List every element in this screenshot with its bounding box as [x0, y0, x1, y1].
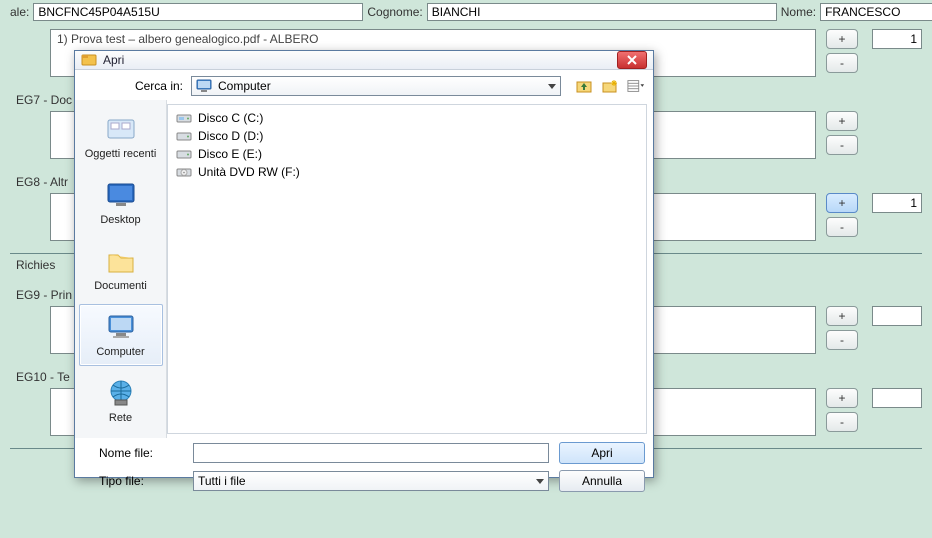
filename-input[interactable]	[193, 443, 549, 463]
folder-icon	[104, 246, 138, 276]
chevron-down-icon	[536, 479, 544, 484]
add-button[interactable]: +	[826, 193, 858, 213]
bottom-form: Nome file: Apri Tipo file: Tutti i file …	[75, 438, 653, 502]
filetype-dropdown[interactable]: Tutti i file	[193, 471, 549, 491]
up-folder-button[interactable]	[575, 77, 593, 95]
place-label: Documenti	[94, 280, 147, 292]
remove-button[interactable]: -	[826, 135, 858, 155]
filetype-value: Tutti i file	[198, 474, 246, 488]
remove-button[interactable]: -	[826, 412, 858, 432]
place-computer[interactable]: Computer	[79, 304, 163, 366]
hdd-icon	[176, 148, 192, 160]
toolbar-icons	[575, 77, 645, 95]
hdd-icon	[176, 112, 192, 124]
pm-col: + -	[826, 29, 858, 73]
chevron-down-icon	[548, 84, 556, 89]
count-box[interactable]	[872, 306, 922, 326]
drive-label: Disco E (E:)	[198, 147, 262, 161]
place-documents[interactable]: Documenti	[79, 238, 163, 300]
add-button[interactable]: +	[826, 306, 858, 326]
pm-col: + -	[826, 388, 858, 432]
drive-label: Disco D (D:)	[198, 129, 263, 143]
drive-item[interactable]: Disco E (E:)	[174, 145, 640, 163]
file-list[interactable]: Disco C (C:) Disco D (D:) Disco E (E:) U…	[167, 104, 647, 434]
place-desktop[interactable]: Desktop	[79, 172, 163, 234]
label-ale: ale:	[10, 5, 29, 19]
computer-icon	[196, 79, 212, 93]
lookin-row: Cerca in: Computer	[75, 70, 653, 100]
drive-label: Disco C (C:)	[198, 111, 263, 125]
filetype-label: Tipo file:	[83, 474, 183, 488]
close-icon	[627, 55, 637, 65]
close-button[interactable]	[617, 51, 647, 69]
titlebar[interactable]: Apri	[75, 51, 653, 70]
desktop-icon	[104, 180, 138, 210]
count-box[interactable]	[872, 388, 922, 408]
place-network[interactable]: Rete	[79, 370, 163, 432]
place-label: Oggetti recenti	[85, 148, 157, 160]
count-box[interactable]	[872, 29, 922, 49]
place-label: Rete	[109, 412, 132, 424]
hdd-icon	[176, 130, 192, 142]
add-button[interactable]: +	[826, 388, 858, 408]
app-icon	[81, 52, 97, 68]
dvd-icon	[176, 166, 192, 178]
remove-button[interactable]: -	[826, 217, 858, 237]
drive-item[interactable]: Disco D (D:)	[174, 127, 640, 145]
lookin-label: Cerca in:	[83, 79, 183, 93]
input-nome[interactable]	[820, 3, 932, 21]
pm-col: + -	[826, 306, 858, 350]
file-entry: 1) Prova test – albero genealogico.pdf -…	[57, 32, 809, 46]
input-ale[interactable]	[33, 3, 363, 21]
dialog-body: Oggetti recenti Desktop Documenti Comput…	[75, 100, 653, 438]
network-icon	[104, 378, 138, 408]
label-nome: Nome:	[781, 5, 816, 19]
header-row: ale: Cognome: Nome:	[10, 1, 922, 23]
new-folder-button[interactable]	[601, 77, 619, 95]
label-cognome: Cognome:	[367, 5, 422, 19]
cancel-button[interactable]: Annulla	[559, 470, 645, 492]
place-label: Computer	[96, 346, 144, 358]
drive-item[interactable]: Disco C (C:)	[174, 109, 640, 127]
filename-label: Nome file:	[83, 446, 183, 460]
recent-icon	[104, 114, 138, 144]
lookin-value: Computer	[218, 79, 271, 93]
view-menu-button[interactable]	[627, 77, 645, 95]
open-button[interactable]: Apri	[559, 442, 645, 464]
open-file-dialog: Apri Cerca in: Computer	[74, 50, 654, 478]
place-recent[interactable]: Oggetti recenti	[79, 106, 163, 168]
remove-button[interactable]: -	[826, 53, 858, 73]
lookin-dropdown[interactable]: Computer	[191, 76, 561, 96]
drive-item[interactable]: Unità DVD RW (F:)	[174, 163, 640, 181]
remove-button[interactable]: -	[826, 330, 858, 350]
input-cognome[interactable]	[427, 3, 777, 21]
dialog-title: Apri	[103, 53, 124, 67]
place-label: Desktop	[100, 214, 140, 226]
add-button[interactable]: +	[826, 111, 858, 131]
pm-col: + -	[826, 193, 858, 237]
drive-label: Unità DVD RW (F:)	[198, 165, 300, 179]
computer-icon	[104, 312, 138, 342]
places-bar: Oggetti recenti Desktop Documenti Comput…	[75, 100, 167, 438]
pm-col: + -	[826, 111, 858, 155]
count-box[interactable]	[872, 193, 922, 213]
add-button[interactable]: +	[826, 29, 858, 49]
